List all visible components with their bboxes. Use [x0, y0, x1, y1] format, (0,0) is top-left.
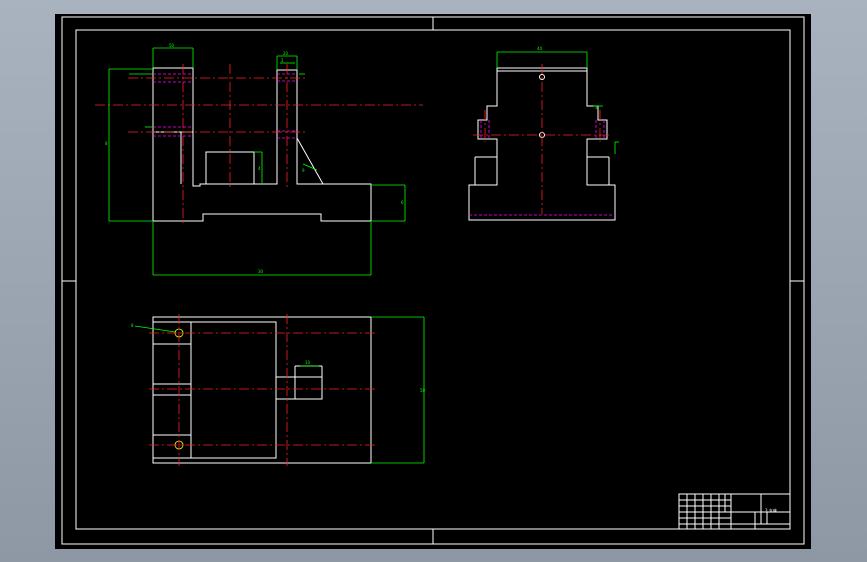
front-dim-bottom-width: 30	[258, 269, 264, 274]
side-view: 44 3	[468, 46, 619, 221]
top-view-inner	[152, 321, 277, 459]
drawing-sheet: 50 20 2 8 4 9 6 30 44 3 8 10 50 3 支座	[55, 14, 811, 549]
top-view-outline	[152, 316, 372, 464]
frame-center-marks	[62, 17, 804, 544]
top-dim-total-height: 50	[420, 388, 426, 393]
front-dim-top-left: 50	[169, 43, 175, 48]
cad-drawing: 50 20 2 8 4 9 6 30 44 3 8 10 50 3 支座	[61, 16, 805, 545]
outer-frame	[61, 16, 805, 545]
top-dim-block-width: 10	[305, 360, 311, 365]
front-view: 50 20 2 8 4 9 6 30	[95, 43, 423, 276]
title-block: 3 支座	[678, 493, 791, 530]
title-block-part-label: 3 支座	[765, 507, 777, 513]
top-block	[275, 376, 323, 400]
front-dim-slot-height: 4	[258, 166, 261, 171]
front-dim-left-height: 8	[105, 141, 108, 146]
top-view: 8 10 50	[131, 314, 426, 466]
side-dim-top-width: 44	[537, 46, 543, 51]
front-dim-top-right: 20	[283, 51, 289, 56]
top-dim-hole: 8	[131, 323, 134, 328]
front-dim-base-height: 6	[401, 200, 404, 205]
front-dim-rib: 9	[302, 168, 305, 173]
front-rib	[296, 137, 324, 185]
front-dim-small-a: 2	[281, 58, 284, 63]
front-view-outline	[152, 67, 372, 222]
